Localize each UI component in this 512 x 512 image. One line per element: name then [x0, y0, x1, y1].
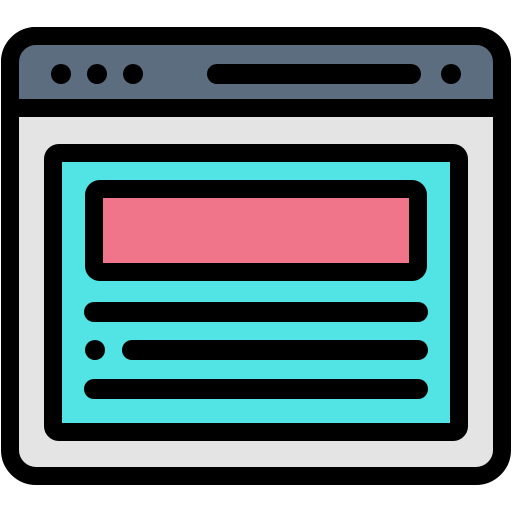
text-line	[84, 302, 428, 322]
hero-block	[85, 180, 427, 281]
text-line	[122, 340, 428, 360]
menu-dot-icon	[441, 64, 461, 84]
browser-window-icon	[1, 27, 511, 485]
window-dot-icon	[51, 64, 71, 84]
window-dot-icon	[87, 64, 107, 84]
browser-window-illustration	[0, 0, 512, 512]
content-panel	[44, 144, 468, 441]
bullet-dot-icon	[85, 340, 105, 360]
text-line	[84, 379, 428, 399]
address-bar	[207, 64, 421, 84]
window-dot-icon	[123, 64, 143, 84]
